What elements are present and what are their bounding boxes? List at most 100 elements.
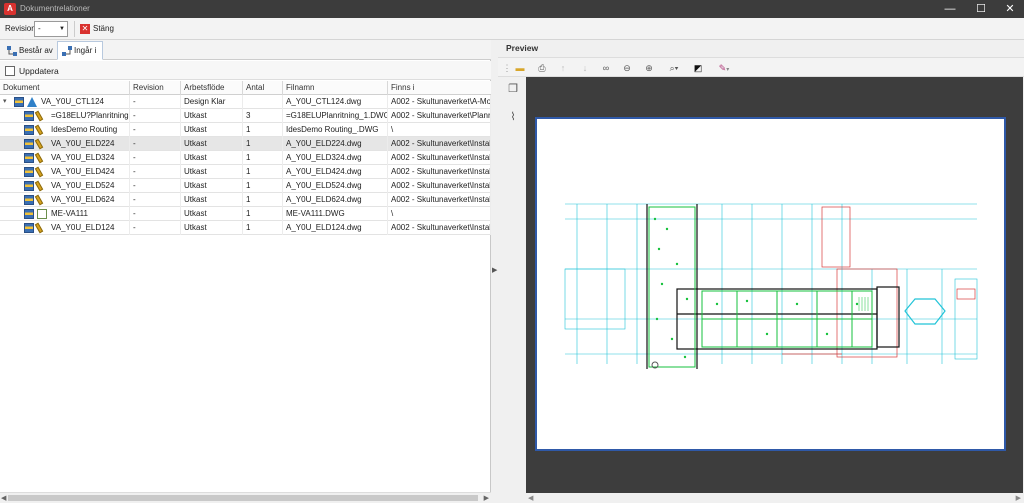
cell-revision: - [130,193,181,207]
preview-horizontal-scrollbar[interactable]: ◀ ▶ [526,493,1023,503]
document-name: VA_Y0U_ELD624 [51,195,115,204]
zoom-in-icon[interactable]: ⊕ [642,61,656,75]
cell-revision: - [130,109,181,123]
preview-toolbar: ⋮ ▬ ⎙ ↑ ↓ ∞ ⊖ ⊕ ⌕▾ ◩ ✎▾ [498,57,1024,77]
cell-revision: - [130,165,181,179]
update-button[interactable]: Uppdatera [5,64,59,78]
refresh-icon [5,66,15,76]
table-row[interactable]: VA_Y0U_ELD324 - Utkast 1 A_Y0U_ELD324.dwg A00… [0,151,491,165]
revision-dropdown[interactable]: - ▼ [34,21,68,37]
scroll-left-icon[interactable]: ◀ [528,494,533,502]
scroll-left-icon[interactable]: ◀ [1,494,6,502]
table-row[interactable]: =G18ELU?Planritning - Utkast 3 =G18ELUPlanri… [0,109,491,123]
markup-pen-icon[interactable]: ✎▾ [713,61,735,75]
table-row[interactable]: VA_Y0U_ELD624 - Utkast 1 A_Y0U_ELD624.dwg A00… [0,193,491,207]
column-header-arbetsflode[interactable]: Arbetsflöde [181,81,243,95]
attachment-icon[interactable]: ⌇ [505,109,521,125]
cell-arbetsflode: Utkast [181,221,243,235]
cell-antal: 1 [243,151,283,165]
relations-grid: Dokument Revision Arbetsflöde Antal Filn… [0,81,491,235]
cell-dokument: VA_Y0U_ELD124 [0,221,130,235]
scroll-right-icon[interactable]: ▶ [484,494,489,502]
horizontal-scrollbar[interactable]: ◀ ▶ [0,492,491,503]
maximize-icon[interactable]: ☐ [966,0,996,18]
doc-icon [37,209,47,219]
column-header-revision[interactable]: Revision [130,81,181,95]
document-name: VA_Y0U_ELD224 [51,139,115,148]
close-x-icon: ✕ [80,24,90,34]
collapse-arrow-icon[interactable]: ▶ [492,266,497,274]
pen-icon [34,194,44,206]
table-row[interactable]: ME-VA111 - Utkast 1 ME-VA111.DWG \ [0,207,491,221]
find-binoculars-icon[interactable]: ∞ [599,61,613,75]
zoom-dropdown-icon[interactable]: ⌕▾ [664,61,684,75]
cad-floor-plan [564,203,978,369]
table-row[interactable]: VA_Y0U_ELD124 - Utkast 1 A_Y0U_ELD124.dwg A00… [0,221,491,235]
document-name: VA_Y0U_ELD124 [51,223,115,232]
cell-finns-i: A002 - Skultunaverket\Installa [388,165,491,179]
cell-arbetsflode: Utkast [181,109,243,123]
cell-dokument: =G18ELU?Planritning [0,109,130,123]
open-folder-icon[interactable]: ▬ [513,61,527,75]
cell-dokument: VA_Y0U_ELD224 [0,137,130,151]
table-row[interactable]: VA_Y0U_ELD224 - Utkast 1 A_Y0U_ELD224.dwg A00… [0,137,491,151]
cell-antal: 1 [243,123,283,137]
revision-value: - [38,24,41,33]
cell-revision: - [130,137,181,151]
cell-finns-i: A002 - Skultunaverket\Installa [388,151,491,165]
relations-pane: Består av Ingår i Uppdatera Dokument Rev… [0,40,491,503]
chevron-down-icon: ▼ [59,26,65,32]
main-toolbar: Revision - ▼ ✕ Stäng [0,18,1024,40]
print-icon[interactable]: ⎙ [535,61,549,75]
close-button[interactable]: ✕ Stäng [80,21,114,37]
scroll-right-icon[interactable]: ▶ [1016,494,1021,502]
table-row[interactable]: VA_Y0U_ELD524 - Utkast 1 A_Y0U_ELD524.dwg A00… [0,179,491,193]
cell-filnamn: IdesDemo Routing_.DWG [283,123,388,137]
flow-icon [27,97,37,107]
document-stack-icon [24,195,34,205]
cell-finns-i: A002 - Skultunaverket\Installa [388,193,491,207]
cell-filnamn: =G18ELUPlanritning_1.DWG [283,109,388,123]
column-header-finns-i[interactable]: Finns i [388,81,491,95]
pen-icon [34,110,44,122]
table-row[interactable]: ▾ VA_Y0U_CTL124 - Design Klar A_Y0U_CTL124.d… [0,95,491,109]
column-header-filnamn[interactable]: Filnamn [283,81,388,95]
column-header-dokument[interactable]: Dokument [0,81,130,95]
cell-filnamn: ME-VA111.DWG [283,207,388,221]
pen-icon [34,166,44,178]
update-label: Uppdatera [19,66,59,76]
arrow-down-icon[interactable]: ↓ [578,61,592,75]
document-stack-icon [24,167,34,177]
pane-splitter[interactable]: ▶ [491,40,498,503]
pen-icon [34,222,44,234]
cell-arbetsflode: Utkast [181,123,243,137]
close-icon[interactable]: ✕ [995,0,1024,18]
contrast-icon[interactable]: ◩ [691,61,705,75]
cell-finns-i: \ [388,123,491,137]
close-label: Stäng [93,24,114,33]
cell-dokument: VA_Y0U_ELD424 [0,165,130,179]
preview-canvas[interactable] [526,77,1023,493]
arrow-up-icon[interactable]: ↑ [556,61,570,75]
document-stack-icon [24,223,34,233]
copy-pages-icon[interactable]: ❐ [505,81,521,97]
column-header-antal[interactable]: Antal [243,81,283,95]
cell-antal [243,95,283,109]
table-row[interactable]: IdesDemo Routing - Utkast 1 IdesDemo Routing… [0,123,491,137]
cell-dokument: VA_Y0U_ELD624 [0,193,130,207]
tree-expander-icon[interactable]: ▾ [3,95,11,109]
document-stack-icon [24,153,34,163]
scrollbar-thumb[interactable] [8,495,478,501]
cell-filnamn: A_Y0U_ELD524.dwg [283,179,388,193]
zoom-out-icon[interactable]: ⊖ [620,61,634,75]
cell-filnamn: A_Y0U_CTL124.dwg [283,95,388,109]
tab-ingar-i[interactable]: Ingår i [57,41,104,60]
pen-icon [34,152,44,164]
document-name: VA_Y0U_ELD424 [51,167,115,176]
table-row[interactable]: VA_Y0U_ELD424 - Utkast 1 A_Y0U_ELD424.dwg A00… [0,165,491,179]
tab-bestar-av[interactable]: Består av [2,41,60,60]
document-name: =G18ELU?Planritning [51,111,129,120]
pen-icon [34,180,44,192]
minimize-icon[interactable]: — [935,0,965,18]
window-title: Dokumentrelationer [20,4,90,13]
